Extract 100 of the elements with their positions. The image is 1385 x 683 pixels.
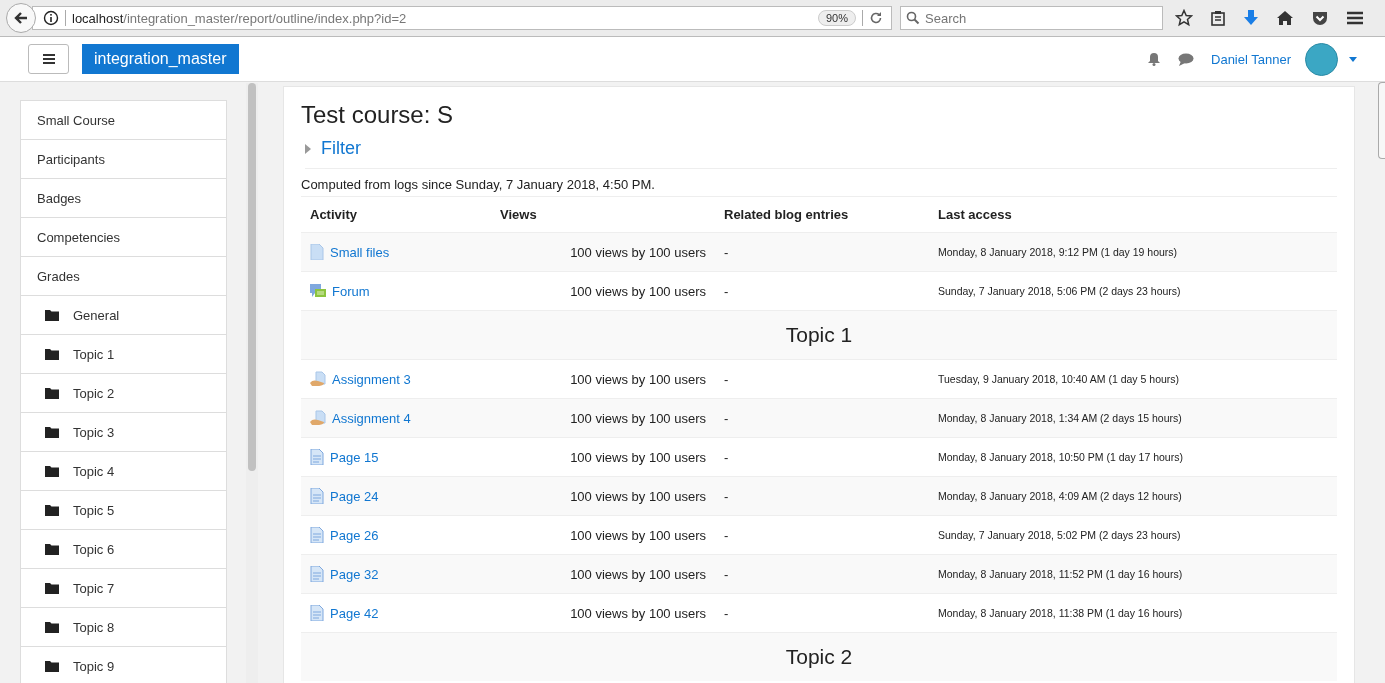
avatar[interactable] <box>1305 42 1338 76</box>
document-icon <box>310 244 324 260</box>
pocket-icon[interactable] <box>1311 10 1329 26</box>
nav-item[interactable]: Topic 8 <box>21 608 226 647</box>
blog-cell: - <box>715 476 929 516</box>
column-header: Activity <box>301 197 491 233</box>
nav-label: Topic 2 <box>73 385 115 401</box>
activity-link[interactable]: Page 26 <box>330 527 379 543</box>
user-name[interactable]: Daniel Tanner <box>1211 51 1291 67</box>
nav-item[interactable]: Topic 5 <box>21 491 226 530</box>
nav-label: Topic 5 <box>73 502 115 518</box>
chat-bubble-icon[interactable] <box>1178 52 1194 66</box>
nav-label: Topic 4 <box>73 463 115 479</box>
page-icon <box>310 488 324 504</box>
folder-icon <box>45 465 59 477</box>
page-icon <box>310 527 324 543</box>
nav-item[interactable]: Participants <box>21 140 226 179</box>
search-icon <box>906 11 920 25</box>
blog-cell: - <box>715 398 929 438</box>
nav-label: Topic 6 <box>73 541 115 557</box>
search-field[interactable]: Search <box>900 6 1163 30</box>
back-arrow-icon <box>13 10 29 26</box>
download-icon[interactable] <box>1243 9 1259 27</box>
nav-label: Small Course <box>37 112 116 128</box>
folder-icon <box>45 621 59 633</box>
nav-label: Participants <box>37 151 105 167</box>
page-icon <box>310 566 324 582</box>
activity-link[interactable]: Small files <box>330 244 390 260</box>
blog-cell: - <box>715 232 929 272</box>
folder-icon <box>45 348 59 360</box>
column-header: Related blog entries <box>715 197 929 233</box>
site-name[interactable]: integration_master <box>82 44 239 74</box>
caret-icon[interactable] <box>1349 56 1357 62</box>
nav-item[interactable]: Topic 2 <box>21 374 226 413</box>
nav-item[interactable]: Competencies <box>21 218 226 257</box>
hand-document-icon <box>310 371 326 387</box>
nav-label: Topic 1 <box>73 346 115 362</box>
home-icon[interactable] <box>1276 10 1294 26</box>
url-text: localhost/integration_master/report/outline/index.php?id=2 <box>72 10 408 26</box>
nav-label: Topic 8 <box>73 619 115 635</box>
column-header: Views <box>491 197 715 233</box>
section-heading: Topic 1 <box>301 310 1337 360</box>
clipboard-icon[interactable] <box>1210 10 1226 26</box>
menu-icon <box>42 54 55 64</box>
nav-item[interactable]: Grades <box>21 257 226 296</box>
nav-label: Badges <box>37 190 82 206</box>
page-icon <box>310 605 324 621</box>
menu-button[interactable] <box>28 44 69 74</box>
triangle-icon <box>305 143 311 154</box>
activity-link[interactable]: Page 24 <box>330 488 379 504</box>
folder-icon <box>45 660 59 672</box>
section-heading: Topic 2 <box>301 632 1337 681</box>
nav-label: Competencies <box>37 229 121 245</box>
column-header: Last access <box>929 197 1337 233</box>
nav-item[interactable]: General <box>21 296 226 335</box>
address-bar[interactable]: localhost/integration_master/report/outline/index.php?id=2 90% <box>32 6 892 30</box>
page-icon <box>310 449 324 465</box>
activity-link[interactable]: Forum <box>332 283 370 299</box>
folder-icon <box>45 582 59 594</box>
last-access-cell: Monday, 8 January 2018, 11:52 PM (1 day 16 hours) <box>929 554 1337 594</box>
nav-item[interactable]: Topic 7 <box>21 569 226 608</box>
activity-link[interactable]: Page 42 <box>330 605 379 621</box>
back-button[interactable] <box>6 3 36 33</box>
activity-link[interactable]: Page 32 <box>330 566 379 582</box>
last-access-cell: Monday, 8 January 2018, 4:09 AM (2 days 12 hours) <box>929 476 1337 516</box>
blog-cell: - <box>715 554 929 594</box>
views-cell: 100 views by 100 users <box>491 232 715 272</box>
zoom-level[interactable]: 90% <box>817 10 856 26</box>
folder-icon <box>45 387 59 399</box>
scrollbar-thumb[interactable] <box>1378 82 1385 159</box>
nav-item[interactable]: Topic 9 <box>21 647 226 683</box>
nav-label: Grades <box>37 268 80 284</box>
folder-icon <box>45 543 59 555</box>
star-icon[interactable] <box>1175 9 1193 27</box>
speech-bubbles-icon <box>310 283 326 299</box>
nav-item[interactable]: Topic 3 <box>21 413 226 452</box>
activity-link[interactable]: Assignment 3 <box>332 371 411 387</box>
folder-icon <box>45 426 59 438</box>
filter-toggle[interactable]: Filter <box>305 138 1337 169</box>
folder-icon <box>45 504 59 516</box>
activity-link[interactable]: Assignment 4 <box>332 410 411 426</box>
activity-link[interactable]: Page 15 <box>330 449 379 465</box>
info-icon[interactable] <box>43 10 59 26</box>
hand-document-icon <box>310 410 326 426</box>
nav-label: Topic 9 <box>73 658 115 674</box>
nav-item[interactable]: Topic 4 <box>21 452 226 491</box>
nav-item[interactable]: Badges <box>21 179 226 218</box>
reload-icon[interactable] <box>869 11 883 25</box>
views-cell: 100 views by 100 users <box>491 554 715 594</box>
computed-note: Computed from logs since Sunday, 7 January 2018, 4:50 PM. <box>301 169 1337 197</box>
last-access-cell: Monday, 8 January 2018, 9:12 PM (1 day 19 hours) <box>929 232 1337 272</box>
menu-icon[interactable] <box>1346 11 1364 25</box>
last-access-cell: Monday, 8 January 2018, 1:34 AM (2 days 15 hours) <box>929 398 1337 438</box>
views-cell: 100 views by 100 users <box>491 476 715 516</box>
folder-icon <box>45 309 59 321</box>
bell-icon[interactable] <box>1147 52 1161 66</box>
nav-item[interactable]: Small Course <box>21 101 226 140</box>
nav-item[interactable]: Topic 6 <box>21 530 226 569</box>
nav-item[interactable]: Topic 1 <box>21 335 226 374</box>
scrollbar[interactable] <box>246 83 258 683</box>
